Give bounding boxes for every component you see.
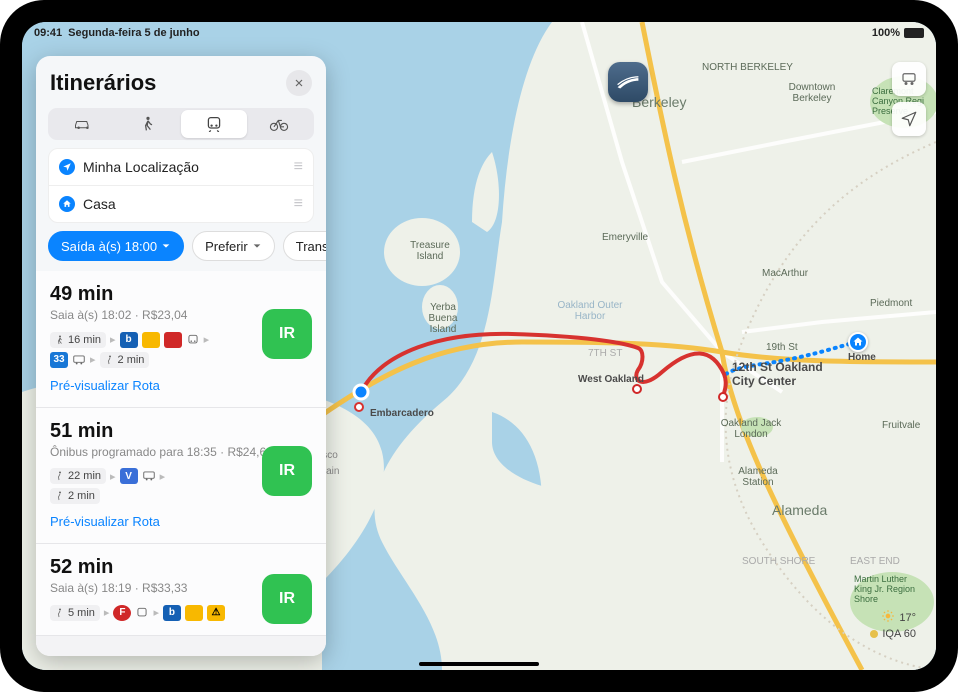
mode-transit[interactable] <box>181 110 247 138</box>
walk-step: 2 min <box>100 352 150 368</box>
arrow-icon: ▸ <box>204 333 210 346</box>
walk-duration: 22 min <box>68 470 101 482</box>
walk-step: 22 min <box>50 468 106 484</box>
sun-icon <box>881 609 895 626</box>
route-duration: 49 min <box>50 283 312 306</box>
depart-time-label: Saída à(s) 18:00 <box>61 239 157 254</box>
route-card[interactable]: 51 min Ônibus programado para 18:35 · R$… <box>36 408 326 545</box>
directions-panel: Itinerários Minha Localização ≡ <box>36 56 326 656</box>
walk-step: 2 min <box>50 488 100 504</box>
location-arrow-icon <box>59 159 75 175</box>
bus-line-badge: 33 <box>50 352 68 368</box>
from-label: Minha Localização <box>83 159 199 175</box>
transport-mode-segmented[interactable] <box>48 108 314 140</box>
route-card[interactable]: 49 min Saia à(s) 18:02 · R$23,04 16 min … <box>36 271 326 408</box>
bart-badge: b <box>120 332 138 348</box>
prefer-label: Preferir <box>205 239 248 254</box>
mode-drive[interactable] <box>50 110 116 138</box>
chevron-down-icon <box>161 241 171 251</box>
preview-route-link[interactable]: Pré-visualizar Rota <box>50 514 312 529</box>
walk-duration: 2 min <box>68 490 95 502</box>
walk-duration: 5 min <box>68 607 95 619</box>
close-button[interactable] <box>286 70 312 96</box>
route-results[interactable]: 49 min Saia à(s) 18:02 · R$23,04 16 min … <box>36 271 326 656</box>
arrow-icon: ▸ <box>153 606 159 619</box>
route-node-12th-st <box>718 392 728 402</box>
train-icon <box>186 333 200 347</box>
battery-percent: 100% <box>872 27 900 39</box>
mode-walk[interactable] <box>116 110 182 138</box>
to-row[interactable]: Casa ≡ <box>49 185 313 222</box>
from-row[interactable]: Minha Localização ≡ <box>49 149 313 185</box>
arrow-icon: ▸ <box>160 470 166 483</box>
arrow-icon: ▸ <box>90 353 96 366</box>
route-node-west-oakland <box>632 384 642 394</box>
to-label: Casa <box>83 196 116 212</box>
reorder-handle-icon[interactable]: ≡ <box>294 195 303 213</box>
arrow-icon: ▸ <box>110 333 116 346</box>
route-start-embarcadero <box>354 402 364 412</box>
transit-pill[interactable]: Transit C <box>283 231 326 261</box>
go-button[interactable]: IR <box>262 446 312 496</box>
map-mode-button[interactable] <box>892 62 926 96</box>
tram-icon <box>135 606 149 620</box>
reorder-handle-icon[interactable]: ≡ <box>294 158 303 176</box>
walk-duration: 16 min <box>68 334 101 346</box>
warning-icon: ⚠ <box>207 605 225 621</box>
destination-pin-home[interactable] <box>848 332 868 352</box>
weather-aqi: IQA 60 <box>882 628 916 640</box>
chevron-down-icon <box>252 241 262 251</box>
home-icon <box>59 196 75 212</box>
walk-step: 5 min <box>50 605 100 621</box>
line-badge-v: V <box>120 468 138 484</box>
battery-icon <box>904 28 924 38</box>
arrow-icon: ▸ <box>110 470 116 483</box>
go-button[interactable]: IR <box>262 574 312 624</box>
mode-cycle[interactable] <box>247 110 313 138</box>
route-card[interactable]: 52 min Saia à(s) 18:19 · R$33,33 5 min ▸… <box>36 544 326 636</box>
walk-icon <box>55 607 65 619</box>
line-badge-red <box>164 332 182 348</box>
weather-temp: 17° <box>899 612 916 624</box>
walk-icon <box>55 334 65 346</box>
bart-badge: b <box>163 605 181 621</box>
line-badge-f: F <box>113 605 131 621</box>
preview-route-link[interactable]: Pré-visualizar Rota <box>50 378 312 393</box>
prefer-pill[interactable]: Preferir <box>192 231 275 261</box>
arrow-icon: ▸ <box>104 606 110 619</box>
walk-duration: 2 min <box>118 354 145 366</box>
amtrak-badge[interactable] <box>608 62 648 102</box>
walk-icon <box>105 354 115 366</box>
route-endpoints: Minha Localização ≡ Casa ≡ <box>48 148 314 223</box>
line-badge-yellow <box>142 332 160 348</box>
locate-me-button[interactable] <box>892 102 926 136</box>
home-indicator[interactable] <box>419 662 539 666</box>
status-time: 09:41 <box>34 27 62 39</box>
bus-icon <box>142 470 156 482</box>
depart-time-pill[interactable]: Saída à(s) 18:00 <box>48 231 184 261</box>
go-button[interactable]: IR <box>262 309 312 359</box>
aqi-dot-icon <box>870 630 878 638</box>
line-badge-yellow <box>185 605 203 621</box>
status-bar: 09:41 Segunda-feira 5 de junho 100% <box>22 22 936 42</box>
status-date: Segunda-feira 5 de junho <box>68 27 199 39</box>
route-duration: 51 min <box>50 420 312 443</box>
walk-icon <box>55 490 65 502</box>
panel-title: Itinerários <box>50 70 156 96</box>
walk-step: 16 min <box>50 332 106 348</box>
transit-label: Transit C <box>296 239 326 254</box>
walk-icon <box>55 470 65 482</box>
weather-chip[interactable]: 17° IQA 60 <box>870 609 916 640</box>
bus-icon <box>72 354 86 366</box>
filter-row: Saída à(s) 18:00 Preferir Transit C <box>36 231 326 271</box>
